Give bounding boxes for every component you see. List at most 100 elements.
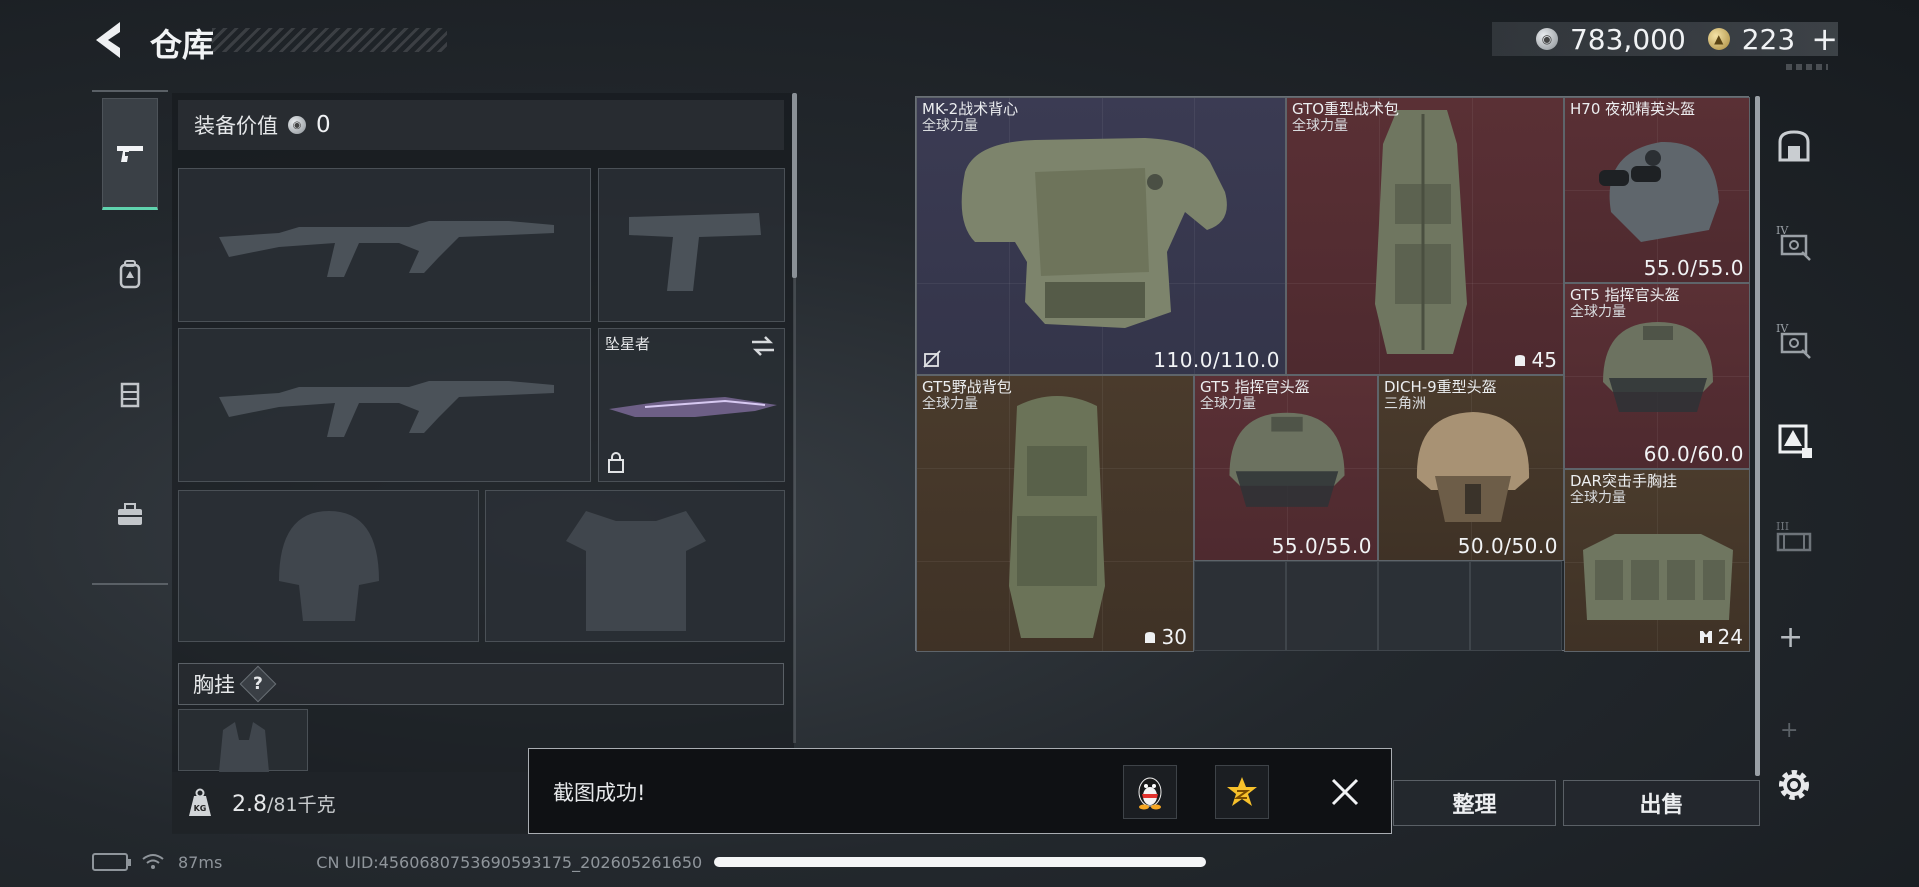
helmet-slot[interactable]	[178, 490, 479, 642]
item-brand: 三角洲	[1384, 396, 1426, 412]
user-uid: CN UID:4560680753690593175_202605261650	[316, 852, 703, 872]
empty-cell[interactable]	[1194, 561, 1286, 651]
stash-item-helmet[interactable]: GT5 指挥官头盔 全球力量 60.0/60.0	[1564, 283, 1750, 469]
chest-rig-header: 胸挂 ?	[178, 663, 784, 705]
primary-weapon-slot-1[interactable]	[178, 168, 591, 322]
sort-button[interactable]: 整理	[1393, 780, 1556, 826]
left-tab-rail	[92, 90, 168, 585]
tab-weapons[interactable]	[102, 98, 158, 210]
add-stash-tab-button-secondary[interactable]: +	[1780, 718, 1798, 743]
item-brand: 全球力量	[1570, 304, 1626, 320]
chest-rig-silhouette-icon	[219, 722, 269, 772]
stash-item-vest[interactable]: MK-2战术背心 全球力量 110.0/110.0	[916, 97, 1286, 375]
share-qq-button[interactable]	[1123, 765, 1177, 819]
home-indicator[interactable]	[714, 857, 1206, 867]
weight-max: /81千克	[267, 793, 336, 816]
pistol-silhouette-icon	[629, 213, 761, 291]
help-icon-label: ?	[253, 674, 263, 694]
ping-readout: 87ms	[178, 852, 223, 872]
stash-tab-iii[interactable]: III	[1770, 514, 1818, 562]
sell-button[interactable]: 出售	[1563, 780, 1760, 826]
screenshot-toast: 截图成功!	[528, 748, 1392, 834]
tab-toolbox[interactable]	[102, 458, 158, 570]
weight-icon: KG	[189, 788, 211, 816]
add-stash-tab-button[interactable]: +	[1778, 620, 1803, 655]
item-durability: 55.0/55.0	[1643, 256, 1744, 280]
loadout-scrollbar[interactable]	[792, 93, 797, 278]
no-insurance-icon	[923, 350, 941, 368]
stash-scrollbar[interactable]	[1755, 96, 1760, 776]
tab-backpack[interactable]	[102, 218, 158, 330]
item-name: GTO重型战术包	[1292, 100, 1400, 118]
weight-readout: 2.8/81千克	[232, 790, 336, 817]
item-brand: 全球力量	[922, 118, 978, 134]
stash-tier-label: III	[1776, 520, 1789, 533]
qq-penguin-icon	[1138, 777, 1162, 810]
currency-bar: ◉ 783,000 ▲ 223 +	[1492, 22, 1838, 56]
item-name: GT5 指挥官头盔	[1200, 378, 1310, 396]
add-currency-button[interactable]: +	[1811, 23, 1838, 55]
backpack-capacity-icon	[1144, 632, 1155, 643]
share-qzone-button[interactable]	[1215, 765, 1269, 819]
chest-rig-slot[interactable]	[178, 709, 308, 772]
item-name: DICH-9重型头盔	[1384, 378, 1497, 396]
item-brand: 全球力量	[922, 396, 978, 412]
item-durability: 60.0/60.0	[1643, 442, 1744, 466]
armor-slot[interactable]	[485, 490, 785, 642]
empty-cell[interactable]	[1286, 561, 1378, 651]
stash-tier-iv-icon: IV	[1776, 322, 1811, 359]
silver-coin-icon: ◉	[288, 116, 306, 134]
stash-tab-iv-2[interactable]: IV	[1770, 316, 1818, 364]
rifle-silhouette-icon	[219, 221, 554, 277]
header-decoration	[1786, 64, 1828, 70]
item-brand: 全球力量	[1292, 118, 1348, 134]
backpack-icon	[119, 260, 141, 289]
weight-bar: KG 2.8/81千克	[172, 772, 552, 834]
battery-icon	[92, 853, 131, 871]
pistol-slot[interactable]	[598, 168, 785, 322]
stash-item-backpack[interactable]: GTO重型战术包 全球力量 45	[1286, 97, 1564, 375]
stash-item-chest-rig[interactable]: DAR突击手胸挂 全球力量 24	[1564, 469, 1750, 652]
chest-rig-icon	[120, 382, 140, 408]
helmet-art	[1229, 412, 1345, 507]
stash-special-icon	[1778, 424, 1812, 458]
stash-tab-home[interactable]	[1770, 122, 1818, 170]
swap-icon[interactable]	[750, 335, 776, 357]
empty-cell[interactable]	[1378, 561, 1470, 651]
stash-tier-iii-icon: III	[1776, 520, 1812, 552]
melee-slot[interactable]: 坠星者	[598, 328, 785, 482]
stash-tab-special[interactable]	[1770, 416, 1818, 464]
close-icon[interactable]	[1329, 776, 1361, 808]
stash-item-helmet[interactable]: H70 夜视精英头盔 55.0/55.0	[1564, 97, 1750, 283]
title-decoration	[212, 28, 447, 52]
equipment-value: 0	[316, 112, 331, 138]
weight-icon-label: KG	[194, 804, 207, 813]
stash-tab-iv-1[interactable]: IV	[1770, 218, 1818, 266]
chest-rig-art	[1583, 534, 1733, 620]
status-bar: 87ms CN UID:4560680753690593175_20260526…	[92, 850, 702, 874]
stash-item-helmet[interactable]: GT5 指挥官头盔 全球力量 55.0/55.0	[1194, 375, 1378, 561]
stash-home-icon	[1778, 130, 1810, 162]
stash-item-helmet[interactable]: DICH-9重型头盔 三角洲 50.0/50.0	[1378, 375, 1564, 561]
item-durability: 55.0/55.0	[1271, 534, 1372, 558]
back-button[interactable]	[90, 18, 130, 62]
vest-art	[961, 138, 1227, 328]
helmet-art	[1416, 412, 1530, 522]
pistol-icon	[117, 146, 143, 162]
item-capacity-value: 30	[1161, 625, 1187, 649]
silver-coin-icon: ◉	[1536, 28, 1558, 50]
item-capacity-value: 45	[1531, 348, 1557, 372]
primary-weapon-slot-2[interactable]	[178, 328, 591, 482]
weight-current: 2.8	[232, 791, 267, 817]
item-capacity: 30	[1142, 625, 1187, 649]
helmet-silhouette-icon	[279, 511, 379, 621]
melee-name: 坠星者	[605, 335, 651, 353]
toast-message: 截图成功!	[553, 781, 646, 805]
empty-cell[interactable]	[1470, 561, 1562, 651]
backpack-capacity-icon	[1514, 355, 1525, 366]
stash-item-backpack[interactable]: GT5野战背包 全球力量 30	[916, 375, 1194, 652]
gear-icon[interactable]	[1774, 765, 1814, 805]
help-icon[interactable]: ?	[239, 665, 277, 703]
tab-chest-rig[interactable]	[102, 338, 158, 450]
item-name: GT5野战背包	[922, 378, 1012, 396]
